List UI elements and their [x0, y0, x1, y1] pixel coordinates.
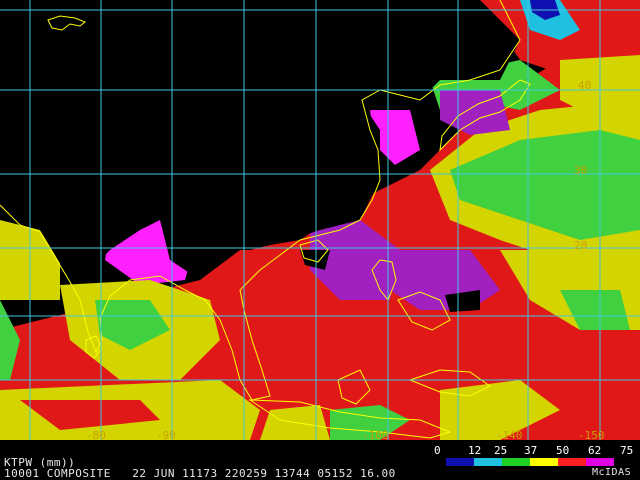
lat-label-30: 30: [574, 164, 588, 177]
tpw-satellite-map: 40 30 20 -80 -90 -100 -140 -150 0 12 25 …: [0, 0, 640, 480]
lat-label-40: 40: [578, 79, 592, 92]
lat-lon-grid: [0, 0, 640, 440]
lon-label-90: -90: [156, 429, 176, 442]
lon-label-150: -150: [578, 429, 605, 442]
lon-label-80: -80: [86, 429, 106, 442]
lon-label-140: -140: [496, 429, 523, 442]
mcidas-credit: McIDAS: [592, 467, 632, 478]
lat-label-20: 20: [574, 239, 588, 252]
lon-label-100: -100: [362, 429, 389, 442]
image-info-line: 10001 COMPOSITE 22 JUN 11173 220259 1374…: [4, 467, 396, 480]
